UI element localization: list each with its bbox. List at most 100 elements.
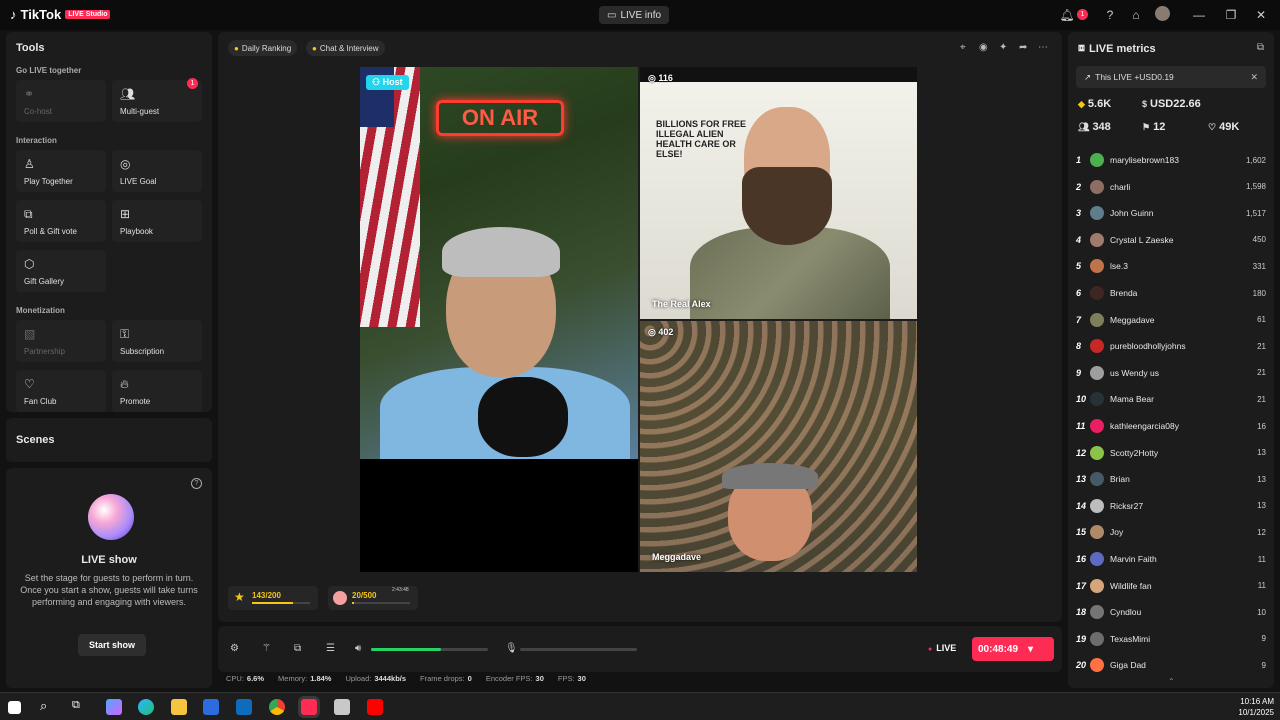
- rank-score: 10: [1257, 607, 1266, 617]
- gift-icon: [333, 591, 347, 605]
- more-icon[interactable]: ⋯: [1038, 42, 1048, 53]
- store-icon[interactable]: [203, 699, 219, 715]
- file-explorer-icon[interactable]: [171, 699, 187, 715]
- live-goal-button[interactable]: ◎ LIVE Goal: [112, 150, 202, 192]
- multiguest-button[interactable]: 👥︎ Multi-guest 1: [112, 78, 202, 122]
- avatar: [1090, 339, 1104, 354]
- playbook-button[interactable]: ⊞ Playbook: [112, 200, 202, 242]
- avatar: [1090, 419, 1104, 433]
- avatar[interactable]: [1155, 6, 1170, 21]
- play-together-button[interactable]: ♙ Play Together: [16, 150, 106, 192]
- scenes-title: Scenes: [16, 434, 55, 446]
- close-icon[interactable]: ✕: [1250, 72, 1258, 83]
- promote-button[interactable]: 🔥︎ Promote: [112, 370, 202, 412]
- ranking-row[interactable]: 7 Meggadave 61: [1076, 310, 1266, 330]
- youtube-icon[interactable]: [367, 699, 383, 715]
- ranking-row[interactable]: 11 kathleengarcia08y 16: [1076, 416, 1266, 436]
- ranking-row[interactable]: 10 Mama Bear 21: [1076, 389, 1266, 409]
- tiktok-studio-icon[interactable]: [301, 699, 317, 715]
- guest-video-2[interactable]: ◎ 402 Meggadave: [640, 321, 917, 572]
- volume-slider[interactable]: [371, 648, 488, 651]
- maximize-icon[interactable]: ❐: [1222, 6, 1240, 24]
- minimize-icon[interactable]: —: [1190, 6, 1208, 24]
- ranking-row[interactable]: 4 Crystal L Zaeske 450: [1076, 230, 1266, 250]
- host-video[interactable]: ON AIR ⚇ Host: [360, 67, 638, 459]
- search-icon[interactable]: ⌕: [40, 698, 56, 714]
- ranking-row[interactable]: 12 Scotty2Hotty 13: [1076, 443, 1266, 463]
- ranking-row[interactable]: 3 John Guinn 1,517: [1076, 203, 1266, 223]
- chat-interview-pill[interactable]: ● Chat & Interview: [306, 40, 385, 56]
- outlook-icon[interactable]: [236, 699, 252, 715]
- star-goal[interactable]: ★ 143/200: [228, 586, 318, 610]
- rank-score: 21: [1257, 394, 1266, 404]
- avatar: [1090, 232, 1104, 247]
- poll-button[interactable]: ⧉ Poll & Gift vote: [16, 200, 106, 242]
- daily-ranking-pill[interactable]: ● Daily Ranking: [228, 40, 298, 56]
- mic-slider[interactable]: [520, 648, 637, 651]
- ranking-row[interactable]: 20 Giga Dad 9: [1076, 655, 1266, 675]
- speaker-icon[interactable]: 🔊︎: [355, 643, 361, 654]
- app-icon[interactable]: [334, 699, 350, 715]
- eye-icon: ◎: [648, 327, 659, 337]
- bell-icon[interactable]: 🔔︎: [1058, 6, 1076, 24]
- ranking-row[interactable]: 17 Wildlife fan 11: [1076, 576, 1266, 596]
- popout-icon[interactable]: ⧉: [1257, 42, 1264, 53]
- ranking-row[interactable]: 9 us Wendy us 21: [1076, 363, 1266, 383]
- copilot-icon[interactable]: [106, 699, 122, 715]
- adjust-icon[interactable]: ☰: [326, 643, 335, 654]
- ranking-row[interactable]: 6 Brenda 180: [1076, 283, 1266, 303]
- ranking-row[interactable]: 5 lse.3 331: [1076, 256, 1266, 276]
- ranking-row[interactable]: 1 marylisebrown183 1,602: [1076, 150, 1266, 170]
- gift-goal[interactable]: 20/500 2:43:48: [328, 586, 418, 610]
- rank-number: 4: [1076, 234, 1082, 245]
- close-icon[interactable]: ✕: [1252, 6, 1270, 24]
- windows-start-icon[interactable]: [8, 701, 21, 714]
- flame-icon: 🔥︎: [120, 377, 129, 391]
- share-icon[interactable]: ➦: [1019, 42, 1027, 53]
- expand-icon[interactable]: ⌃: [1168, 677, 1175, 686]
- start-show-button[interactable]: Start show: [78, 634, 146, 656]
- rank-number: 6: [1076, 288, 1082, 298]
- home-icon[interactable]: ⌂: [1127, 6, 1145, 24]
- pin-icon[interactable]: ⌖: [960, 42, 966, 53]
- partnership-button[interactable]: ▧ Partnership: [16, 320, 106, 362]
- rank-number: 18: [1076, 607, 1087, 618]
- gift-gallery-button[interactable]: ⬡ Gift Gallery: [16, 250, 106, 292]
- fan-club-button[interactable]: ♡ Fan Club: [16, 370, 106, 412]
- ranking-row[interactable]: 14 Ricksr27 13: [1076, 496, 1266, 516]
- chrome-icon[interactable]: [269, 699, 285, 715]
- subscription-button[interactable]: ⚿ Subscription: [112, 320, 202, 362]
- microphone-icon[interactable]: 🎙︎: [505, 643, 518, 654]
- scenes-panel[interactable]: Scenes: [6, 418, 212, 462]
- live-info-button[interactable]: ▭ LIVE info: [599, 6, 670, 24]
- help-icon[interactable]: ?: [191, 478, 202, 489]
- help-icon[interactable]: ?: [1101, 6, 1119, 24]
- rank-username: Ricksr27: [1110, 500, 1144, 511]
- effects-icon[interactable]: ✦: [999, 42, 1007, 53]
- rank-score: 21: [1257, 368, 1266, 378]
- cohost-button[interactable]: ⚭ Co-host: [16, 80, 106, 122]
- ranking-row[interactable]: 8 purebloodhollyjohns 21: [1076, 336, 1266, 356]
- ranking-row[interactable]: 15 Joy 12: [1076, 522, 1266, 542]
- edge-icon[interactable]: [138, 699, 154, 715]
- task-view-icon[interactable]: ⧉: [72, 699, 88, 715]
- guest-video-1[interactable]: BILLIONS FOR FREE ILLEGAL ALIEN HEALTH C…: [640, 67, 917, 319]
- rank-score: 16: [1257, 421, 1266, 431]
- record-icon[interactable]: ◉: [979, 42, 988, 53]
- ranking-row[interactable]: 19 TexasMimi 9: [1076, 629, 1266, 649]
- likes-value: 49K: [1219, 121, 1240, 133]
- magic-wand-icon[interactable]: ⚚: [262, 643, 271, 654]
- ranking-row[interactable]: 18 Cyndlou 10: [1076, 602, 1266, 622]
- settings-icon[interactable]: ⚙: [230, 643, 239, 654]
- ranking-row[interactable]: 2 charli 1,598: [1076, 177, 1266, 197]
- ranking-row[interactable]: 16 Marvin Faith 11: [1076, 549, 1266, 569]
- end-live-button[interactable]: 00:48:49 ▾: [972, 637, 1054, 661]
- app-logo: ♪ TikTok LIVE Studio: [10, 7, 111, 22]
- chat-icon: ●: [312, 43, 317, 53]
- layout-icon[interactable]: ⧉: [294, 643, 301, 654]
- ranking-row[interactable]: 13 Brian 13: [1076, 469, 1266, 489]
- flag-graphic: [360, 67, 420, 327]
- chevron-down-icon[interactable]: ▾: [1028, 644, 1033, 655]
- playbook-label: Playbook: [120, 227, 153, 236]
- guest-1-beard: [742, 167, 832, 245]
